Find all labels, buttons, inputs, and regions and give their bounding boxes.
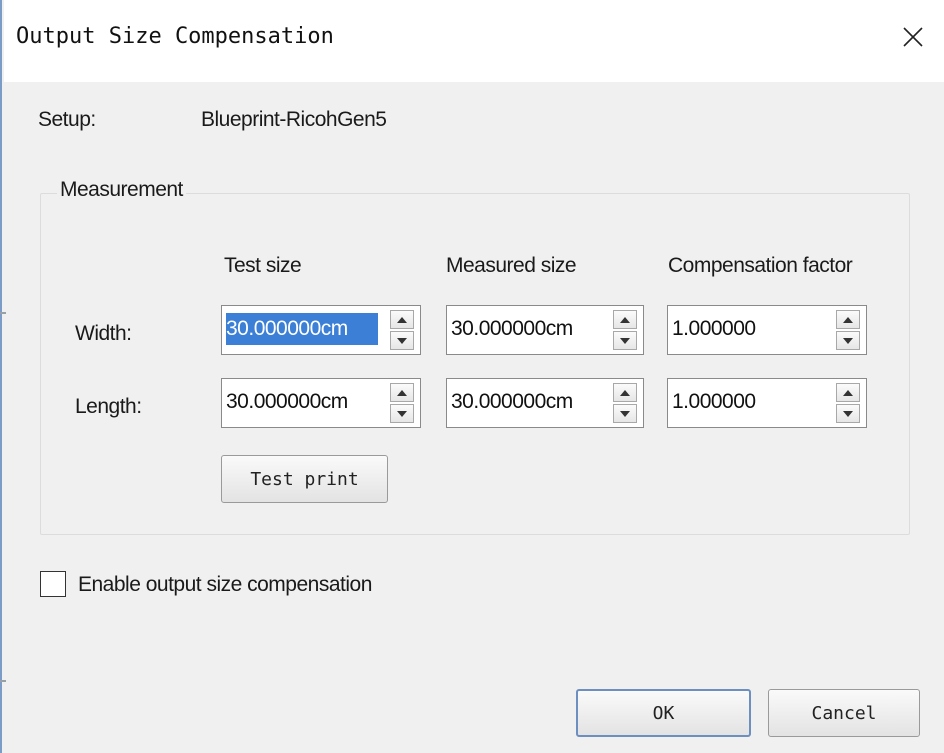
width-measured-size-up-button[interactable] bbox=[613, 310, 637, 329]
edge-tick bbox=[0, 312, 6, 314]
width-label: Width: bbox=[75, 322, 132, 345]
ok-button[interactable]: OK bbox=[576, 689, 751, 737]
width-test-size-input[interactable] bbox=[226, 313, 378, 345]
enable-compensation-checkbox[interactable] bbox=[40, 571, 66, 597]
column-header-measured-size: Measured size bbox=[446, 254, 577, 277]
arrow-up-icon bbox=[620, 316, 630, 323]
width-compensation-factor-spinbox bbox=[667, 305, 867, 355]
test-print-button[interactable]: Test print bbox=[221, 455, 388, 503]
length-measured-size-down-button[interactable] bbox=[613, 404, 637, 423]
dialog-window: Output Size Compensation Setup: Blueprin… bbox=[0, 0, 944, 753]
arrow-down-icon bbox=[843, 410, 853, 417]
length-compensation-factor-spinbox bbox=[667, 378, 867, 428]
close-button[interactable] bbox=[890, 14, 936, 60]
width-measured-size-down-button[interactable] bbox=[613, 331, 637, 350]
arrow-down-icon bbox=[397, 337, 407, 344]
enable-compensation-label: Enable output size compensation bbox=[78, 573, 372, 596]
width-compensation-factor-up-button[interactable] bbox=[836, 310, 860, 329]
width-test-size-spinbox bbox=[221, 305, 421, 355]
arrow-down-icon bbox=[620, 410, 630, 417]
arrow-up-icon bbox=[397, 316, 407, 323]
length-test-size-spinbox bbox=[221, 378, 421, 428]
measurement-group-title: Measurement bbox=[57, 178, 186, 202]
length-measured-size-input[interactable] bbox=[451, 387, 609, 417]
length-compensation-factor-input[interactable] bbox=[672, 387, 822, 417]
edge-tick bbox=[0, 680, 6, 682]
width-test-size-up-button[interactable] bbox=[390, 310, 414, 329]
width-compensation-factor-down-button[interactable] bbox=[836, 331, 860, 350]
arrow-up-icon bbox=[620, 389, 630, 396]
length-test-size-down-button[interactable] bbox=[390, 404, 414, 423]
length-test-size-up-button[interactable] bbox=[390, 383, 414, 402]
width-measured-size-spinbox bbox=[446, 305, 644, 355]
length-measured-size-spinbox bbox=[446, 378, 644, 428]
arrow-up-icon bbox=[843, 389, 853, 396]
length-label: Length: bbox=[75, 395, 142, 418]
cancel-button[interactable]: Cancel bbox=[768, 689, 920, 737]
title-bar: Output Size Compensation bbox=[4, 0, 944, 82]
close-icon bbox=[903, 27, 923, 47]
dialog-title: Output Size Compensation bbox=[16, 24, 334, 49]
width-test-size-down-button[interactable] bbox=[390, 331, 414, 350]
arrow-down-icon bbox=[620, 337, 630, 344]
length-compensation-factor-up-button[interactable] bbox=[836, 383, 860, 402]
arrow-down-icon bbox=[397, 410, 407, 417]
arrow-up-icon bbox=[843, 316, 853, 323]
measurement-group bbox=[40, 193, 910, 535]
arrow-up-icon bbox=[397, 389, 407, 396]
width-compensation-factor-input[interactable] bbox=[672, 314, 822, 344]
column-header-compensation-factor: Compensation factor bbox=[668, 254, 853, 277]
setup-value: Blueprint-RicohGen5 bbox=[201, 108, 387, 131]
column-header-test-size: Test size bbox=[224, 254, 302, 277]
length-compensation-factor-down-button[interactable] bbox=[836, 404, 860, 423]
length-test-size-input[interactable] bbox=[226, 387, 384, 417]
width-measured-size-input[interactable] bbox=[451, 314, 609, 344]
arrow-down-icon bbox=[843, 337, 853, 344]
length-measured-size-up-button[interactable] bbox=[613, 383, 637, 402]
setup-label: Setup: bbox=[38, 108, 96, 131]
